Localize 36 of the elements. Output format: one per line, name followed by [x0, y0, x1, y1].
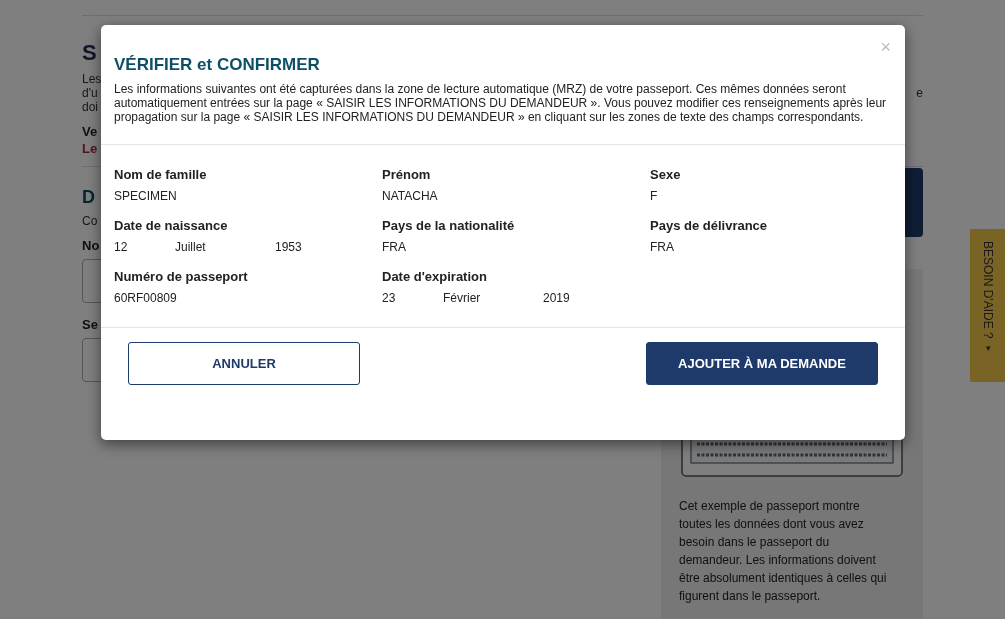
- dialog-title: VÉRIFIER et CONFIRMER: [114, 55, 321, 75]
- field-value: NATACHA: [382, 189, 439, 203]
- field-value: 23: [382, 291, 397, 305]
- dialog-intro: Les informations suivantes ont été capturées dans la zone de lecture automatique (MRZ) de votre passeport. Ces mêmes données seront automatiquement entrées sur la page « SAISIR LES INFORMATIONS DU DEMANDEUR ». Vous pouvez modifier ces renseignements après leur propagation sur la page « SAISIR LES INFORMATIONS DU DEMANDEUR » en cliquant sur les zones de texte des champs correspondants.: [114, 82, 888, 124]
- intro-text: e: [916, 86, 923, 100]
- help-text: Cet exemple de passeport montre toutes les données dont vous avez besoin dans le passeport du demandeur. Les informations doivent être absolument identiques à celles qui figurent dans le passeport.: [679, 498, 888, 605]
- field-label: Date de naissance: [114, 218, 229, 233]
- field-value: Juillet: [175, 240, 207, 254]
- field-label: Se: [82, 317, 98, 332]
- field-value: SPECIMEN: [114, 189, 178, 203]
- section-intro: Co: [82, 214, 98, 228]
- field-value: 60RF00809: [114, 291, 178, 305]
- intro-text: doi: [82, 100, 98, 114]
- cancel-button[interactable]: ANNULER: [128, 342, 360, 385]
- field-value: Février: [443, 291, 482, 305]
- field-label: Sexe: [650, 167, 682, 182]
- field-value: FRA: [650, 240, 675, 254]
- field-value: FRA: [382, 240, 407, 254]
- field-value: F: [650, 189, 659, 203]
- field-value: 12: [114, 240, 129, 254]
- field-label: Date d'expiration: [382, 269, 488, 284]
- page-heading: S: [82, 40, 97, 66]
- field-label: Pays de délivrance: [650, 218, 769, 233]
- field-value: 2019: [543, 291, 570, 305]
- field-label: No: [82, 238, 100, 253]
- field-label: Nom de famille: [114, 167, 208, 182]
- notice-text: Ve: [82, 124, 98, 139]
- intro-text: d'u: [82, 86, 98, 100]
- field-label: Pays de la nationalité: [382, 218, 516, 233]
- field-value: 1953: [275, 240, 302, 254]
- field-label: Numéro de passeport: [114, 269, 249, 284]
- intro-text: Les: [82, 72, 102, 86]
- add-button[interactable]: AJOUTER À MA DEMANDE: [646, 342, 878, 385]
- field-label: Prénom: [382, 167, 432, 182]
- section-heading: D: [82, 187, 95, 208]
- warning-text: Le: [82, 141, 98, 156]
